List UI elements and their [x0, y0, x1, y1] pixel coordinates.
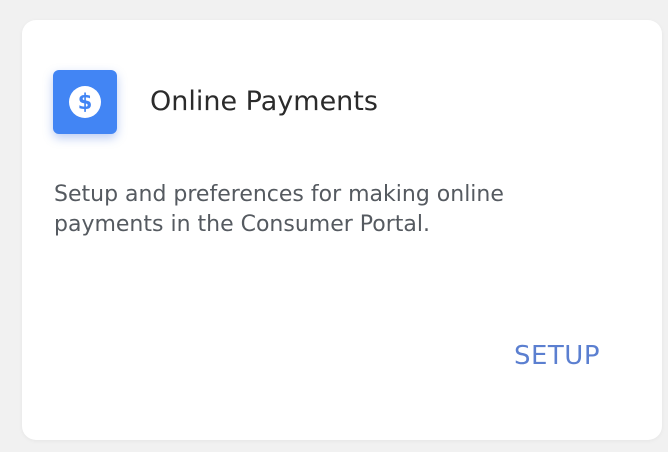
card-title: Online Payments	[150, 86, 378, 117]
setup-button[interactable]: SETUP	[514, 338, 600, 374]
dollar-circle-icon: $	[53, 70, 117, 134]
card-description: Setup and preferences for making online …	[54, 182, 504, 237]
svg-text:$: $	[78, 90, 93, 114]
dollar-icon-glyph: $	[69, 86, 101, 118]
online-payments-card: $ Online Payments Setup and preferences …	[22, 20, 662, 440]
